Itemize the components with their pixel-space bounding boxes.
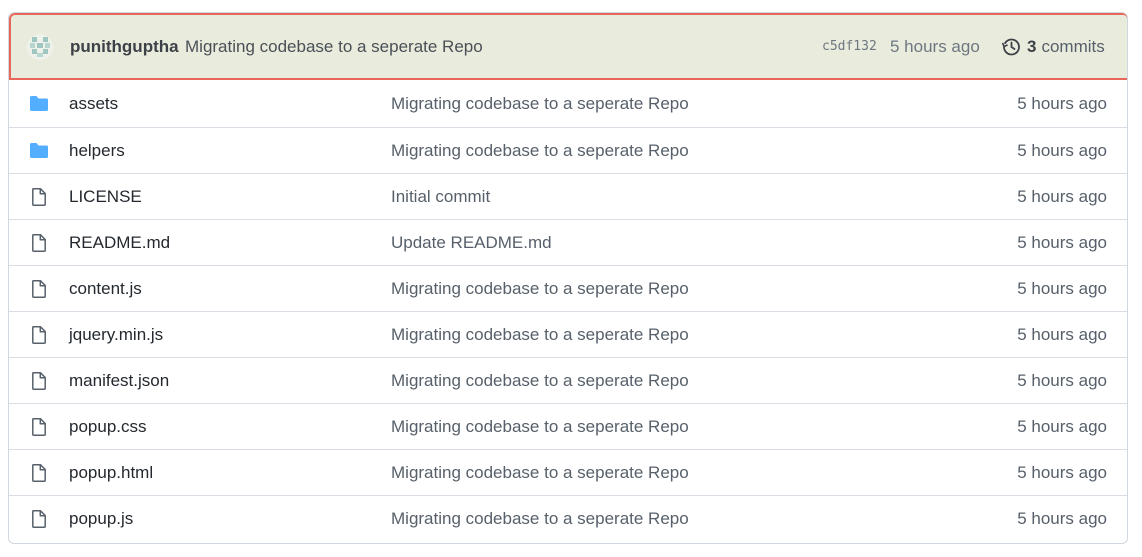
file-name-link[interactable]: content.js: [69, 266, 142, 312]
file-commit-message-link[interactable]: Migrating codebase to a seperate Repo: [391, 404, 689, 450]
file-row[interactable]: popup.html Migrating codebase to a sepera…: [9, 449, 1127, 495]
file-row[interactable]: content.js Migrating codebase to a sepera…: [9, 265, 1127, 311]
file-commit-age: 5 hours ago: [1017, 325, 1107, 344]
file-commit-message-link[interactable]: Migrating codebase to a seperate Repo: [391, 312, 689, 358]
commit-time: 5 hours ago: [890, 37, 980, 56]
file-name-link[interactable]: popup.css: [69, 404, 147, 450]
file-icon: [29, 417, 49, 437]
file-commit-message-link[interactable]: Migrating codebase to a seperate Repo: [391, 81, 689, 127]
file-commit-message-link[interactable]: Update README.md: [391, 220, 552, 266]
latest-commit-bar: punithguptha Migrating codebase to a sep…: [9, 13, 1127, 80]
file-commit-age: 5 hours ago: [1017, 141, 1107, 160]
file-row[interactable]: popup.css Migrating codebase to a seperat…: [9, 403, 1127, 449]
file-icon: [29, 371, 49, 391]
file-row[interactable]: jquery.min.js Migrating codebase to a sep…: [9, 311, 1127, 357]
commits-label: commits: [1041, 36, 1105, 56]
file-commit-age: 5 hours ago: [1017, 371, 1107, 390]
commit-sha[interactable]: c5df132: [822, 15, 877, 78]
file-name-link[interactable]: jquery.min.js: [69, 312, 163, 358]
file-commit-age: 5 hours ago: [1017, 279, 1107, 298]
file-commit-age: 5 hours ago: [1017, 417, 1107, 436]
file-row[interactable]: LICENSE Initial commit 5 hours ago: [9, 173, 1127, 219]
file-commit-message-link[interactable]: Initial commit: [391, 174, 490, 220]
history-icon: [1001, 38, 1020, 55]
file-commit-age: 5 hours ago: [1017, 187, 1107, 206]
file-icon: [29, 187, 49, 207]
file-name-link[interactable]: popup.js: [69, 496, 133, 542]
file-browser: punithguptha Migrating codebase to a sep…: [8, 12, 1128, 544]
file-commit-message-link[interactable]: Migrating codebase to a seperate Repo: [391, 128, 689, 174]
file-row[interactable]: manifest.json Migrating codebase to a sep…: [9, 357, 1127, 403]
commits-count: 3: [1027, 36, 1037, 56]
file-name-link[interactable]: manifest.json: [69, 358, 169, 404]
file-commit-message-link[interactable]: Migrating codebase to a seperate Repo: [391, 358, 689, 404]
file-icon: [29, 463, 49, 483]
file-row[interactable]: assets Migrating codebase to a seperate R…: [9, 81, 1127, 127]
file-row[interactable]: helpers Migrating codebase to a seperate …: [9, 127, 1127, 173]
commits-history-link[interactable]: 3 commits: [1001, 15, 1105, 78]
file-name-link[interactable]: README.md: [69, 220, 170, 266]
file-name-link[interactable]: popup.html: [69, 450, 153, 496]
file-commit-message-link[interactable]: Migrating codebase to a seperate Repo: [391, 266, 689, 312]
file-commit-age: 5 hours ago: [1017, 233, 1107, 252]
file-commit-age: 5 hours ago: [1017, 94, 1107, 113]
commit-message[interactable]: Migrating codebase to a seperate Repo: [185, 15, 483, 78]
file-icon: [29, 233, 49, 253]
file-icon: [29, 279, 49, 299]
folder-icon: [29, 141, 49, 161]
file-commit-message-link[interactable]: Migrating codebase to a seperate Repo: [391, 496, 689, 542]
file-list: assets Migrating codebase to a seperate R…: [9, 81, 1127, 541]
author-avatar[interactable]: [27, 34, 53, 60]
file-commit-message-link[interactable]: Migrating codebase to a seperate Repo: [391, 450, 689, 496]
file-name-link[interactable]: assets: [69, 81, 118, 127]
commit-author[interactable]: punithguptha: [70, 15, 179, 78]
file-name-link[interactable]: helpers: [69, 128, 125, 174]
file-name-link[interactable]: LICENSE: [69, 174, 142, 220]
file-row[interactable]: README.md Update README.md 5 hours ago: [9, 219, 1127, 265]
file-commit-age: 5 hours ago: [1017, 463, 1107, 482]
file-icon: [29, 325, 49, 345]
file-row[interactable]: popup.js Migrating codebase to a seperate…: [9, 495, 1127, 541]
file-commit-age: 5 hours ago: [1017, 509, 1107, 528]
folder-icon: [29, 94, 49, 114]
file-icon: [29, 509, 49, 529]
